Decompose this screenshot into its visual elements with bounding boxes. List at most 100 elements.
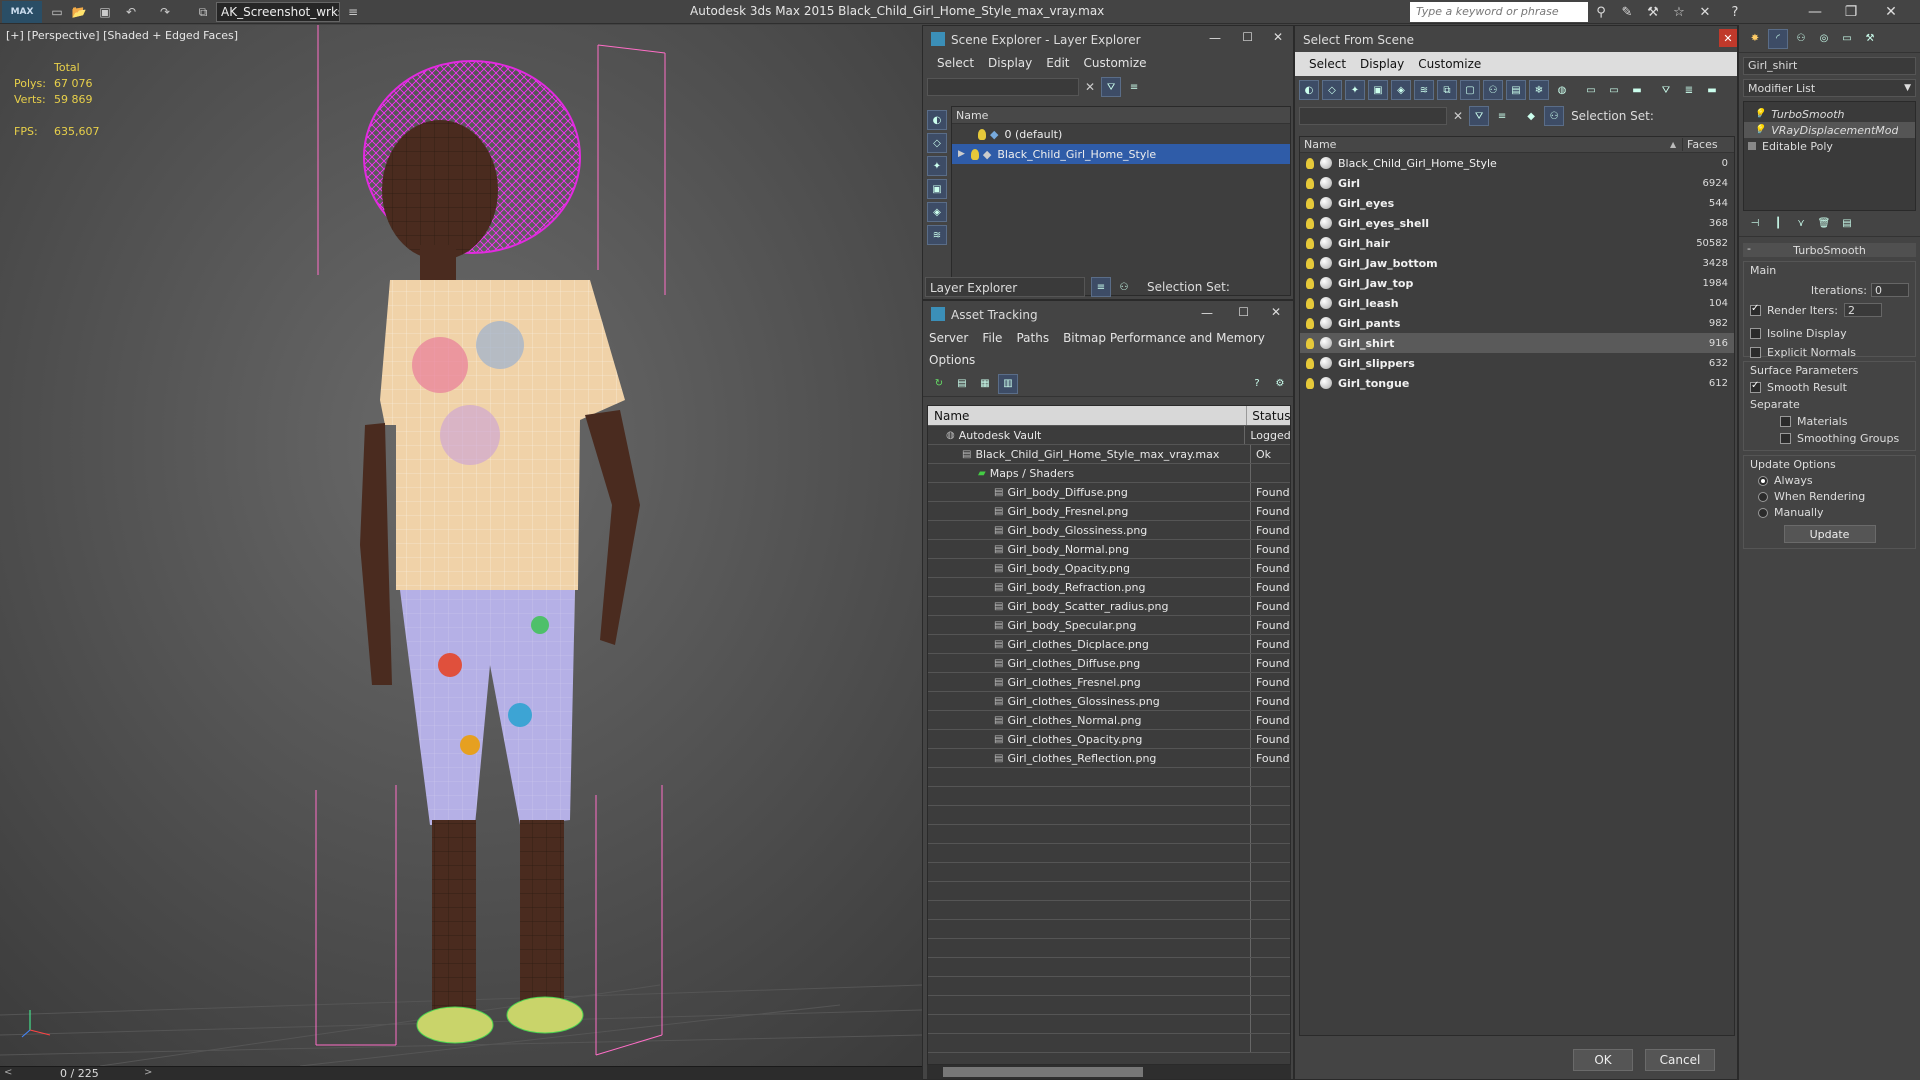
when-rendering-radio[interactable] (1758, 491, 1768, 502)
object-row[interactable]: Girl_Jaw_top 1984 (1300, 273, 1734, 293)
display-containers-icon[interactable]: ▤ (1506, 80, 1526, 100)
asset-row[interactable]: ▤ Girl_clothes_Fresnel.png Found (928, 673, 1290, 692)
communication-icon[interactable]: ⚒ (1644, 3, 1662, 21)
iterations-spinner[interactable]: 0 (1871, 283, 1909, 297)
save-icon[interactable]: ▣ (96, 3, 114, 21)
maximize-icon[interactable]: ☐ (1242, 30, 1253, 44)
asset-row[interactable]: ▤ Girl_body_Normal.png Found (928, 540, 1290, 559)
explicit-normals-checkbox[interactable] (1750, 347, 1761, 358)
layer-row-selected[interactable]: ▶ ◆ Black_Child_Girl_Home_Style (952, 144, 1290, 164)
object-row[interactable]: Black_Child_Girl_Home_Style 0 (1300, 153, 1734, 173)
workspace-dropdown[interactable]: AK_Screenshot_wrksp (216, 2, 340, 22)
asset-row[interactable]: ▤ Girl_body_Refraction.png Found (928, 578, 1290, 597)
restore-icon[interactable]: ❐ (1834, 1, 1868, 23)
minimize-icon[interactable]: — (1798, 1, 1832, 23)
render-iters-checkbox[interactable] (1750, 303, 1761, 316)
menu-options[interactable]: Options (929, 353, 975, 367)
remove-modifier-icon[interactable]: 🗑 (1814, 214, 1834, 234)
menu-paths[interactable]: Paths (1016, 331, 1049, 345)
column-name[interactable]: Name (928, 406, 1248, 425)
display-lights-icon[interactable]: ✦ (927, 156, 947, 176)
settings-icon[interactable]: ⚙ (1270, 374, 1290, 394)
refresh-icon[interactable]: ↻ (929, 374, 949, 394)
configure-sets-icon[interactable]: ▤ (1837, 214, 1857, 234)
light-bulb-icon[interactable]: 💡 (1754, 109, 1765, 119)
expand-icon[interactable]: ▶ (958, 149, 965, 159)
object-row[interactable]: Girl_eyes_shell 368 (1300, 213, 1734, 233)
minimize-icon[interactable]: — (1209, 31, 1221, 45)
sort-icon[interactable]: ≣ (1679, 80, 1699, 100)
ok-button[interactable]: OK (1573, 1049, 1633, 1071)
cancel-button[interactable]: Cancel (1645, 1049, 1715, 1071)
object-name-field[interactable]: Girl_shirt (1743, 57, 1916, 75)
column-name[interactable]: Name (1300, 138, 1670, 151)
display-shapes-icon[interactable]: ◇ (927, 133, 947, 153)
display-all-icon[interactable]: ≋ (927, 225, 947, 245)
scrollbar-thumb[interactable] (943, 1067, 1143, 1077)
light-bulb-icon[interactable] (1306, 357, 1314, 369)
object-row[interactable]: Girl_tongue 612 (1300, 373, 1734, 393)
clear-search-icon[interactable]: ✕ (1453, 109, 1463, 123)
modify-tab-icon[interactable]: ◜ (1768, 28, 1788, 49)
object-row[interactable]: Girl_leash 104 (1300, 293, 1734, 313)
column-faces[interactable]: Faces (1682, 138, 1734, 151)
light-bulb-icon[interactable] (1306, 157, 1314, 169)
maximize-icon[interactable]: ☐ (1238, 305, 1249, 319)
time-slider[interactable]: < 0 / 225 > (0, 1066, 922, 1080)
workspace-menu-icon[interactable]: ≡ (344, 3, 362, 21)
render-iters-spinner[interactable]: 2 (1843, 303, 1882, 317)
undo-icon[interactable]: ↶ (122, 3, 140, 21)
filter-active-icon[interactable]: ⛛ (1469, 106, 1490, 126)
light-bulb-icon[interactable] (1306, 237, 1314, 249)
scene-explorer-title-bar[interactable]: Scene Explorer - Layer Explorer — ☐ ✕ (923, 26, 1293, 52)
light-bulb-icon[interactable] (1306, 177, 1314, 189)
asset-row[interactable]: ▤ Girl_body_Fresnel.png Found (928, 502, 1290, 521)
list-icon[interactable]: ▤ (952, 374, 972, 394)
layers-icon[interactable]: ◆ (1521, 106, 1541, 126)
display-spacewarps-icon[interactable]: ≋ (1414, 80, 1434, 100)
light-bulb-icon[interactable] (1306, 277, 1314, 289)
smoothing-groups-checkbox[interactable] (1780, 433, 1791, 444)
asset-row[interactable]: ▤ Girl_clothes_Dicplace.png Found (928, 635, 1290, 654)
binoculars-icon[interactable]: ⚲ (1592, 3, 1610, 21)
pin-stack-icon[interactable]: ⊣ (1745, 214, 1765, 234)
modifier-list-dropdown[interactable]: Modifier List ▼ (1743, 79, 1916, 97)
select-invert-icon[interactable]: ▬ (1627, 80, 1647, 100)
new-file-icon[interactable]: ▭ (48, 3, 66, 21)
light-bulb-icon[interactable] (970, 148, 979, 160)
menu-select[interactable]: Select (1309, 57, 1346, 71)
display-helpers-icon[interactable]: ◈ (927, 202, 947, 222)
asset-row[interactable]: ▤ Black_Child_Girl_Home_Style_max_vray.ma… (928, 445, 1290, 464)
select-from-scene-title-bar[interactable]: Select From Scene ✕ (1295, 26, 1737, 52)
menu-edit[interactable]: Edit (1046, 56, 1069, 70)
next-frame-icon[interactable]: > (144, 1067, 152, 1078)
asset-row[interactable]: ▤ Girl_body_Scatter_radius.png Found (928, 597, 1290, 616)
menu-select[interactable]: Select (937, 56, 974, 70)
stack-item[interactable]: 💡 TurboSmooth (1744, 106, 1915, 122)
thumbnail-icon[interactable]: ▦ (975, 374, 995, 394)
asset-row[interactable]: ▰ Maps / Shaders (928, 464, 1290, 483)
smooth-result-checkbox[interactable] (1750, 380, 1761, 393)
display-helpers-icon[interactable]: ◈ (1391, 80, 1411, 100)
asset-row[interactable]: ▤ Girl_body_Glossiness.png Found (928, 521, 1290, 540)
close-icon[interactable]: ✕ (1273, 30, 1283, 44)
menu-server[interactable]: Server (929, 331, 968, 345)
motion-tab-icon[interactable]: ◎ (1814, 29, 1834, 49)
asset-row[interactable]: ▤ Girl_body_Specular.png Found (928, 616, 1290, 635)
utilities-tab-icon[interactable]: ⚒ (1860, 29, 1880, 49)
layer-tool-icon[interactable]: ≡ (1124, 77, 1144, 97)
display-groups-icon[interactable]: ⧉ (1437, 80, 1457, 100)
scene-explorer-search-input[interactable] (927, 78, 1079, 96)
asset-row[interactable]: ▤ Girl_body_Diffuse.png Found (928, 483, 1290, 502)
stack-item[interactable]: Editable Poly (1744, 138, 1915, 154)
perspective-viewport[interactable]: [+] [Perspective] [Shaded + Edged Faces]… (0, 25, 922, 1066)
display-frozen-icon[interactable]: ❄ (1529, 80, 1549, 100)
display-tab-icon[interactable]: ▭ (1837, 29, 1857, 49)
close-icon[interactable]: ✕ (1719, 29, 1737, 47)
viewport-label[interactable]: [+] [Perspective] [Shaded + Edged Faces] (6, 29, 238, 42)
display-lights-icon[interactable]: ✦ (1345, 80, 1365, 100)
manually-radio[interactable] (1758, 507, 1768, 518)
always-radio[interactable] (1758, 475, 1768, 486)
display-hidden-icon[interactable]: ◍ (1552, 80, 1572, 100)
menu-customize[interactable]: Customize (1418, 57, 1481, 71)
